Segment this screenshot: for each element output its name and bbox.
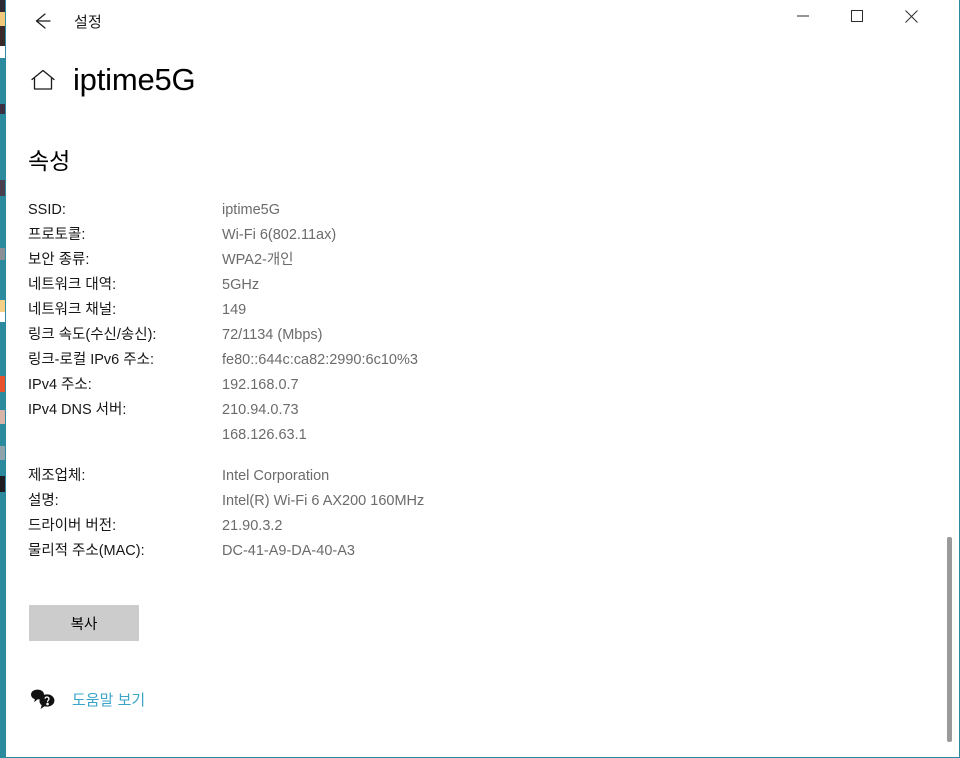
property-label: 링크 속도(수신/송신):: [28, 327, 157, 343]
property-row: 네트워크 대역: 5GHz: [28, 273, 588, 298]
property-list: SSID: iptime5G 프로토콜: Wi-Fi 6(802.11ax) 보안 종류…: [28, 198, 588, 564]
property-row: IPv4 주소: 192.168.0.7: [28, 373, 588, 398]
minimize-icon: [797, 15, 809, 17]
property-label: 제조업체:: [28, 468, 86, 484]
property-value: 72/1134 (Mbps): [222, 327, 323, 343]
settings-window: 설정 iptime5G 속성 SSID: iptime5G 프로토콜: Wi-F…: [0, 0, 960, 758]
property-value: 21.90.3.2: [222, 518, 283, 534]
home-icon[interactable]: [28, 65, 58, 95]
property-value: WPA2-개인: [222, 252, 294, 268]
scrollbar-thumb[interactable]: [947, 537, 952, 742]
home-glyph-icon: [31, 69, 55, 90]
close-button[interactable]: [888, 0, 934, 32]
property-label: 네트워크 대역:: [28, 277, 117, 293]
property-value: iptime5G: [222, 202, 281, 218]
property-row: 설명: Intel(R) Wi-Fi 6 AX200 160MHz: [28, 489, 588, 514]
property-value: Intel Corporation: [222, 468, 330, 484]
title-bar: 설정: [6, 0, 959, 42]
back-button[interactable]: [20, 3, 64, 39]
window-border-left: [5, 0, 6, 758]
maximize-button[interactable]: [834, 0, 880, 32]
get-help-link[interactable]: 도움말 보기: [72, 689, 145, 710]
vertical-scrollbar[interactable]: [942, 42, 958, 757]
property-value: 192.168.0.7: [222, 377, 299, 393]
property-row: 링크-로컬 IPv6 주소: fe80::644c:ca82:2990:6c10%…: [28, 348, 588, 373]
property-row: 물리적 주소(MAC): DC-41-A9-DA-40-A3: [28, 539, 588, 564]
property-value: Wi-Fi 6(802.11ax): [222, 227, 337, 243]
property-label: 네트워크 채널:: [28, 302, 117, 318]
property-row: 프로토콜: Wi-Fi 6(802.11ax): [28, 223, 588, 248]
property-row: 네트워크 채널: 149: [28, 298, 588, 323]
property-label: SSID:: [28, 202, 66, 218]
copy-button[interactable]: 복사: [29, 605, 139, 641]
property-row: 링크 속도(수신/송신): 72/1134 (Mbps): [28, 323, 588, 348]
property-row: 보안 종류: WPA2-개인: [28, 248, 588, 273]
page-header: iptime5G: [28, 62, 196, 97]
property-row: 드라이버 버전: 21.90.3.2: [28, 514, 588, 539]
property-row: IPv4 DNS 서버: 210.94.0.73 168.126.63.1: [28, 398, 588, 448]
property-value: 210.94.0.73 168.126.63.1: [222, 402, 307, 443]
property-value: fe80::644c:ca82:2990:6c10%3: [222, 352, 418, 368]
section-heading: 속성: [28, 148, 71, 174]
page-title: iptime5G: [73, 62, 196, 97]
property-label: 드라이버 버전:: [28, 518, 117, 534]
property-row: SSID: iptime5G: [28, 198, 588, 223]
property-label: IPv4 주소:: [28, 377, 92, 393]
window-title: 설정: [74, 13, 103, 31]
property-value: 5GHz: [222, 277, 260, 293]
property-label: 설명:: [28, 493, 59, 509]
property-label: IPv4 DNS 서버:: [28, 402, 127, 418]
property-label: 링크-로컬 IPv6 주소:: [28, 352, 154, 368]
maximize-icon: [851, 10, 863, 22]
question-bubble-icon: [30, 687, 62, 711]
question-bubble-glyph-icon: [31, 689, 55, 709]
property-value: DC-41-A9-DA-40-A3: [222, 543, 355, 559]
close-icon: [904, 9, 918, 23]
minimize-button[interactable]: [780, 0, 826, 32]
property-value: 149: [222, 302, 247, 318]
property-label: 보안 종류:: [28, 252, 90, 268]
property-row: 제조업체: Intel Corporation: [28, 464, 588, 489]
get-help-row: 도움말 보기: [30, 687, 145, 711]
property-value: Intel(R) Wi-Fi 6 AX200 160MHz: [222, 493, 425, 509]
property-label: 프로토콜:: [28, 227, 86, 243]
property-label: 물리적 주소(MAC):: [28, 543, 145, 559]
settings-content: iptime5G 속성 SSID: iptime5G 프로토콜: Wi-Fi 6(80…: [6, 42, 959, 757]
back-arrow-icon: [35, 13, 51, 29]
